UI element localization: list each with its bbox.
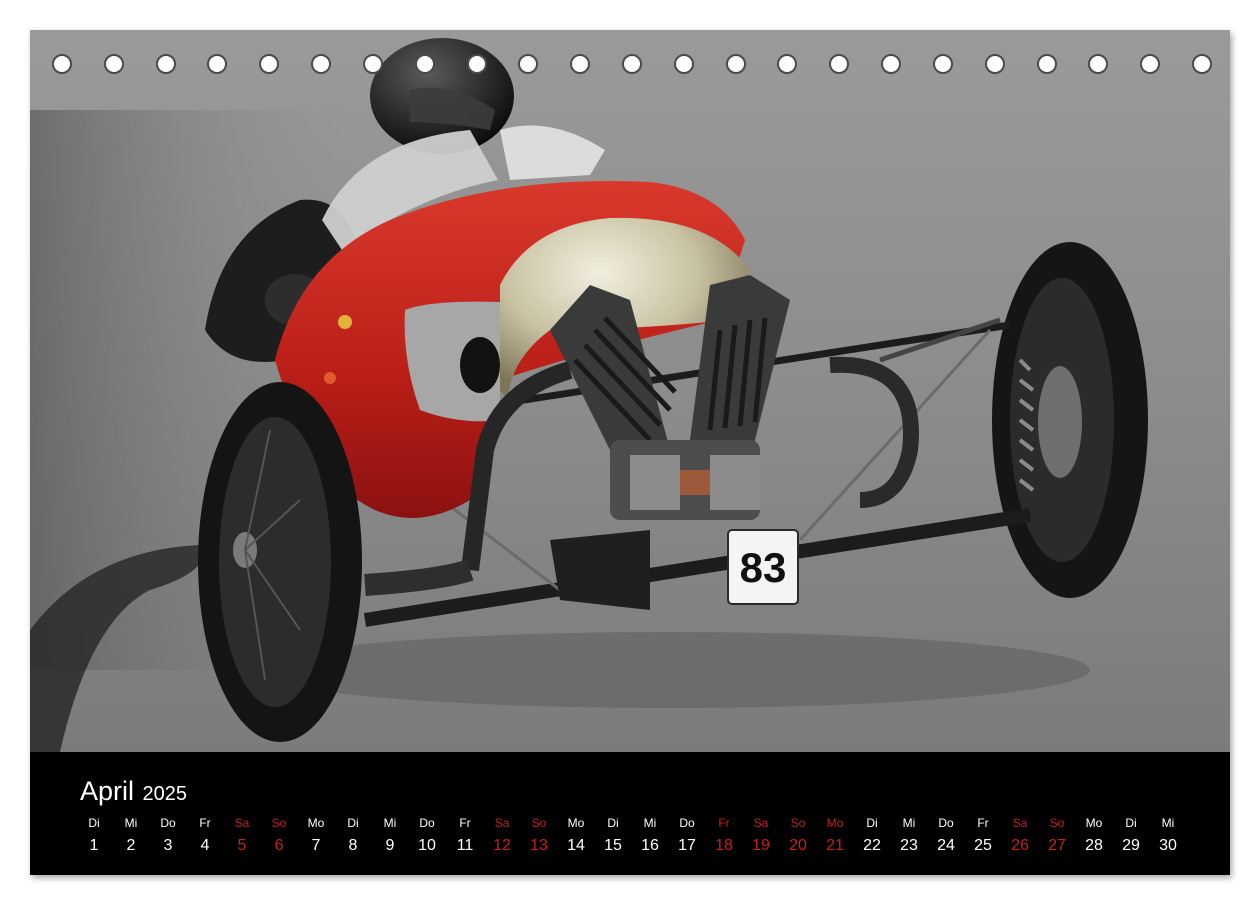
spiral-binding-ring-icon [933, 54, 953, 74]
spiral-binding-ring-icon [881, 54, 901, 74]
spiral-binding-ring-icon [363, 54, 383, 74]
weekday-label: Mo [307, 816, 325, 830]
weekday-label: So [271, 816, 287, 830]
day-number: 20 [789, 837, 807, 854]
spiral-binding-ring-icon [52, 54, 72, 74]
spiral-binding [52, 54, 1212, 80]
spiral-binding-ring-icon [622, 54, 642, 74]
spiral-binding-ring-icon [777, 54, 797, 74]
weekday-label: Do [160, 816, 176, 830]
spiral-binding-ring-icon [518, 54, 538, 74]
weekday-label: Sa [234, 816, 250, 830]
weekday-label: Mo [1085, 816, 1103, 830]
spiral-binding-ring-icon [1088, 54, 1108, 74]
race-car-photo: 83 [30, 30, 1230, 752]
day-number: 5 [237, 837, 247, 854]
day-number: 8 [348, 837, 358, 854]
spiral-binding-ring-icon [415, 54, 435, 74]
weekday-label: So [1049, 816, 1065, 830]
weekday-label: Sa [753, 816, 769, 830]
day-number: 3 [163, 837, 173, 854]
weekday-label: Fr [718, 816, 730, 830]
day-number: 23 [900, 837, 918, 854]
day-number: 4 [200, 837, 210, 854]
spiral-binding-ring-icon [570, 54, 590, 74]
calendar-page: 83 April 2025 Di 1 Mi 2 Do 3 Fr 4 Sa 5 So 6 Mo 7 Di 8 Mi… [0, 0, 1260, 905]
spiral-binding-ring-icon [1037, 54, 1057, 74]
weekday-label: Mi [124, 816, 138, 830]
day-grid: Di 1 Mi 2 Do 3 Fr 4 Sa 5 So 6 Mo 7 Di 8 Mi 9 Do 10 Fr 11 Sa 12 S… [30, 752, 1230, 875]
day-number: 21 [826, 837, 844, 854]
weekday-label: Di [607, 816, 619, 830]
day-number: 16 [641, 837, 659, 854]
day-number: 22 [863, 837, 881, 854]
day-number: 12 [493, 837, 511, 854]
day-number: 18 [715, 837, 733, 854]
spiral-binding-ring-icon [1140, 54, 1160, 74]
race-number: 83 [740, 544, 787, 591]
day-number: 27 [1048, 837, 1066, 854]
weekday-label: Do [938, 816, 954, 830]
rear-wheel [992, 242, 1148, 598]
front-wheel [198, 382, 362, 742]
weekday-label: Di [1125, 816, 1137, 830]
spiral-binding-ring-icon [156, 54, 176, 74]
day-number: 6 [274, 837, 284, 854]
spiral-binding-ring-icon [467, 54, 487, 74]
day-number: 19 [752, 837, 770, 854]
day-number: 14 [567, 837, 585, 854]
race-number-plate: 83 [727, 529, 799, 605]
spiral-binding-ring-icon [726, 54, 746, 74]
weekday-label: Mi [643, 816, 657, 830]
weekday-label: Fr [199, 816, 211, 830]
weekday-label: Di [88, 816, 100, 830]
spiral-binding-ring-icon [985, 54, 1005, 74]
spiral-binding-ring-icon [259, 54, 279, 74]
weekday-label: So [790, 816, 806, 830]
calendar-bar: April 2025 Di 1 Mi 2 Do 3 Fr 4 Sa 5 So 6 Mo 7 Di 8 Mi 9 Do… [30, 752, 1230, 875]
day-number: 30 [1159, 837, 1177, 854]
spiral-binding-ring-icon [674, 54, 694, 74]
day-number: 24 [937, 837, 955, 854]
day-number: 11 [456, 837, 474, 854]
weekday-label: Di [866, 816, 878, 830]
calendar-sheet: 83 April 2025 Di 1 Mi 2 Do 3 Fr 4 Sa 5 So 6 Mo 7 Di 8 Mi… [30, 30, 1230, 875]
weekday-label: So [531, 816, 547, 830]
weekday-label: Fr [459, 816, 471, 830]
day-number: 2 [126, 837, 136, 854]
weekday-label: Mo [567, 816, 585, 830]
day-number: 13 [530, 837, 548, 854]
day-number: 17 [678, 837, 696, 854]
day-number: 9 [385, 837, 395, 854]
day-number: 10 [418, 837, 436, 854]
spiral-binding-ring-icon [104, 54, 124, 74]
day-number: 15 [604, 837, 622, 854]
weekday-label: Sa [1012, 816, 1028, 830]
day-number: 25 [974, 837, 992, 854]
weekday-label: Mo [826, 816, 844, 830]
spiral-binding-ring-icon [829, 54, 849, 74]
day-number: 7 [311, 837, 321, 854]
weekday-label: Mi [1161, 816, 1175, 830]
weekday-label: Mi [902, 816, 916, 830]
day-number: 1 [89, 837, 99, 854]
weekday-label: Mi [383, 816, 397, 830]
spiral-binding-ring-icon [207, 54, 227, 74]
weekday-label: Do [679, 816, 695, 830]
day-number: 28 [1085, 837, 1103, 854]
day-number: 29 [1122, 837, 1140, 854]
car-shadow [250, 632, 1090, 708]
spiral-binding-ring-icon [1192, 54, 1212, 74]
weekday-label: Do [419, 816, 435, 830]
day-number: 26 [1011, 837, 1029, 854]
weekday-label: Fr [977, 816, 989, 830]
spiral-binding-ring-icon [311, 54, 331, 74]
weekday-label: Sa [494, 816, 510, 830]
weekday-label: Di [347, 816, 359, 830]
